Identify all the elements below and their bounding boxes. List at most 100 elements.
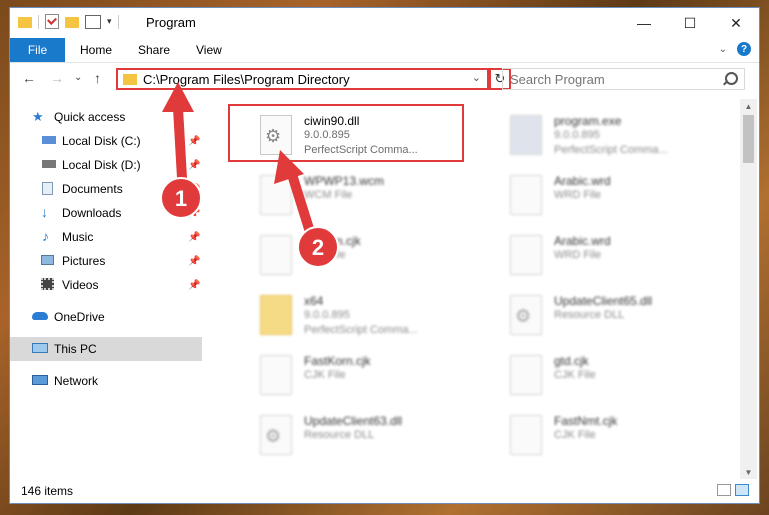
highlight-box bbox=[228, 104, 464, 162]
drive-icon bbox=[42, 136, 56, 144]
sidebar-item-music[interactable]: ♪ Music 📌 bbox=[10, 225, 202, 249]
pin-icon[interactable]: 📌 bbox=[188, 160, 200, 171]
view-options-icon[interactable] bbox=[85, 14, 101, 29]
customize-toolbar-chevron-icon[interactable]: ▾ bbox=[107, 16, 112, 27]
tab-view[interactable]: View bbox=[196, 38, 222, 62]
address-bar[interactable]: C:\Program Files\Program Directory ⌄ bbox=[116, 68, 489, 90]
pin-icon[interactable]: 📌 bbox=[188, 136, 200, 147]
sidebar-item-documents[interactable]: Documents 📌 bbox=[10, 177, 202, 201]
dll-file-icon bbox=[260, 415, 292, 455]
computer-icon bbox=[32, 343, 48, 353]
file-item[interactable]: UpdateClient65.dllResource DLL bbox=[480, 289, 720, 345]
title-bar: ▾ Program — ☐ ✕ bbox=[10, 8, 759, 38]
sidebar-item-label: Music bbox=[62, 230, 94, 244]
sidebar-item-label: Downloads bbox=[62, 206, 122, 220]
file-detail: WCM File bbox=[304, 189, 353, 201]
pin-icon[interactable]: 📌 bbox=[188, 280, 200, 291]
file-name: Korean.cjk bbox=[304, 234, 361, 248]
sidebar-item-label: Local Disk (D:) bbox=[62, 158, 141, 172]
file-item[interactable]: FastNmt.cjk CJK File bbox=[480, 409, 720, 465]
up-button[interactable]: ↑ bbox=[94, 70, 101, 86]
vertical-scrollbar[interactable]: ▲ ▼ bbox=[740, 99, 757, 479]
file-item[interactable]: Arabic.wrd WRD File bbox=[480, 169, 720, 225]
pin-icon[interactable]: 📌 bbox=[188, 184, 200, 195]
file-detail: 9.0.0.895 bbox=[554, 129, 600, 141]
scroll-thumb[interactable] bbox=[743, 115, 754, 163]
minimize-button[interactable]: — bbox=[621, 8, 667, 38]
divider bbox=[117, 14, 119, 29]
sidebar-item-label: Pictures bbox=[62, 254, 106, 268]
file-detail: PerfectScript Comma... bbox=[304, 324, 418, 336]
new-folder-icon[interactable] bbox=[65, 17, 79, 28]
generic-file-icon bbox=[510, 235, 542, 275]
sidebar-item-local-disk-d[interactable]: Local Disk (D:) 📌 bbox=[10, 153, 202, 177]
file-name: Arabic.wrd bbox=[554, 174, 611, 188]
file-name: FastKorn.cjk bbox=[304, 354, 371, 368]
exe-file-icon bbox=[510, 115, 542, 155]
file-detail: PerfectScript Comma... bbox=[554, 144, 668, 156]
details-view-icon[interactable] bbox=[717, 484, 731, 496]
tab-share[interactable]: Share bbox=[138, 38, 170, 62]
navigation-bar: ← → ⌄ ↑ C:\Program Files\Program Directo… bbox=[10, 63, 759, 95]
address-path[interactable]: C:\Program Files\Program Directory bbox=[143, 72, 350, 87]
file-item[interactable]: FastKorn.cjk CJK File bbox=[230, 349, 470, 405]
generic-file-icon bbox=[510, 415, 542, 455]
scroll-up-arrow-icon[interactable]: ▲ bbox=[740, 99, 757, 113]
search-icon[interactable] bbox=[725, 72, 738, 85]
expand-ribbon-chevron-icon[interactable]: ⌄ bbox=[719, 44, 727, 55]
search-input[interactable] bbox=[503, 69, 720, 89]
file-name: FastNmt.cjk bbox=[554, 414, 618, 428]
forward-button[interactable]: → bbox=[50, 70, 64, 86]
recent-locations-button[interactable]: ⌄ bbox=[74, 72, 82, 83]
folder-icon bbox=[18, 17, 32, 28]
file-detail: CJK File bbox=[304, 249, 346, 261]
file-name: gtd.cjk bbox=[554, 354, 589, 368]
sidebar-item-local-disk-c[interactable]: Local Disk (C:) 📌 bbox=[10, 129, 202, 153]
sidebar-item-pictures[interactable]: Pictures 📌 bbox=[10, 249, 202, 273]
file-detail: Resource DLL bbox=[554, 309, 625, 321]
sidebar-item-videos[interactable]: Videos 📌 bbox=[10, 273, 202, 297]
address-history-chevron-icon[interactable]: ⌄ bbox=[472, 71, 481, 84]
close-button[interactable]: ✕ bbox=[713, 8, 759, 38]
file-name: UpdateClient65.dll bbox=[554, 294, 653, 308]
file-detail: WRD File bbox=[554, 189, 602, 201]
generic-file-icon bbox=[260, 235, 292, 275]
sidebar-item-downloads[interactable]: ↓ Downloads 📌 bbox=[10, 201, 202, 225]
file-item[interactable]: program.exe 9.0.0.895 PerfectScript Comma.… bbox=[480, 109, 720, 165]
file-item[interactable]: gtd.cjk CJK File bbox=[480, 349, 720, 405]
tab-file[interactable]: File bbox=[10, 38, 65, 62]
videos-icon bbox=[41, 278, 54, 290]
dll-file-icon bbox=[510, 295, 542, 335]
scroll-down-arrow-icon[interactable]: ▼ bbox=[740, 465, 757, 479]
properties-check-icon[interactable] bbox=[45, 14, 59, 29]
sidebar-item-this-pc[interactable]: This PC bbox=[10, 337, 202, 361]
navigation-pane: ★ Quick access Local Disk (C:) 📌 Local D… bbox=[10, 99, 202, 479]
sidebar-item-label: This PC bbox=[54, 342, 97, 356]
file-item[interactable]: Korean.cjk CJK File bbox=[230, 229, 470, 285]
folder-file-icon bbox=[260, 295, 292, 335]
search-box[interactable] bbox=[502, 68, 745, 90]
tab-home[interactable]: Home bbox=[80, 38, 112, 62]
tiles-view-icon[interactable] bbox=[735, 484, 749, 496]
pin-icon[interactable]: 📌 bbox=[188, 256, 200, 267]
file-item[interactable]: x64 9.0.0.895 PerfectScript Comma... bbox=[230, 289, 470, 345]
sidebar-item-onedrive[interactable]: OneDrive bbox=[10, 305, 202, 329]
back-button[interactable]: ← bbox=[22, 70, 36, 86]
file-name: program.exe bbox=[554, 114, 622, 128]
file-detail: Resource DLL bbox=[304, 429, 375, 441]
item-count: 146 items bbox=[21, 484, 74, 498]
file-item[interactable]: WPWP13.wcm WCM File bbox=[230, 169, 470, 225]
pin-icon[interactable]: 📌 bbox=[188, 208, 200, 219]
generic-file-icon bbox=[260, 175, 292, 215]
file-item[interactable]: Arabic.wrd WRD File bbox=[480, 229, 720, 285]
sidebar-item-network[interactable]: Network bbox=[10, 369, 202, 393]
sidebar-item-label: Network bbox=[54, 374, 99, 388]
help-icon[interactable]: ? bbox=[737, 42, 751, 56]
divider bbox=[38, 14, 39, 29]
pin-icon[interactable]: 📌 bbox=[188, 232, 200, 243]
file-item[interactable]: UpdateClient63.dllResource DLL bbox=[230, 409, 470, 465]
maximize-button[interactable]: ☐ bbox=[667, 8, 713, 38]
sidebar-item-quick-access[interactable]: ★ Quick access bbox=[10, 105, 202, 129]
pictures-icon bbox=[41, 255, 54, 265]
folder-icon bbox=[123, 74, 137, 85]
